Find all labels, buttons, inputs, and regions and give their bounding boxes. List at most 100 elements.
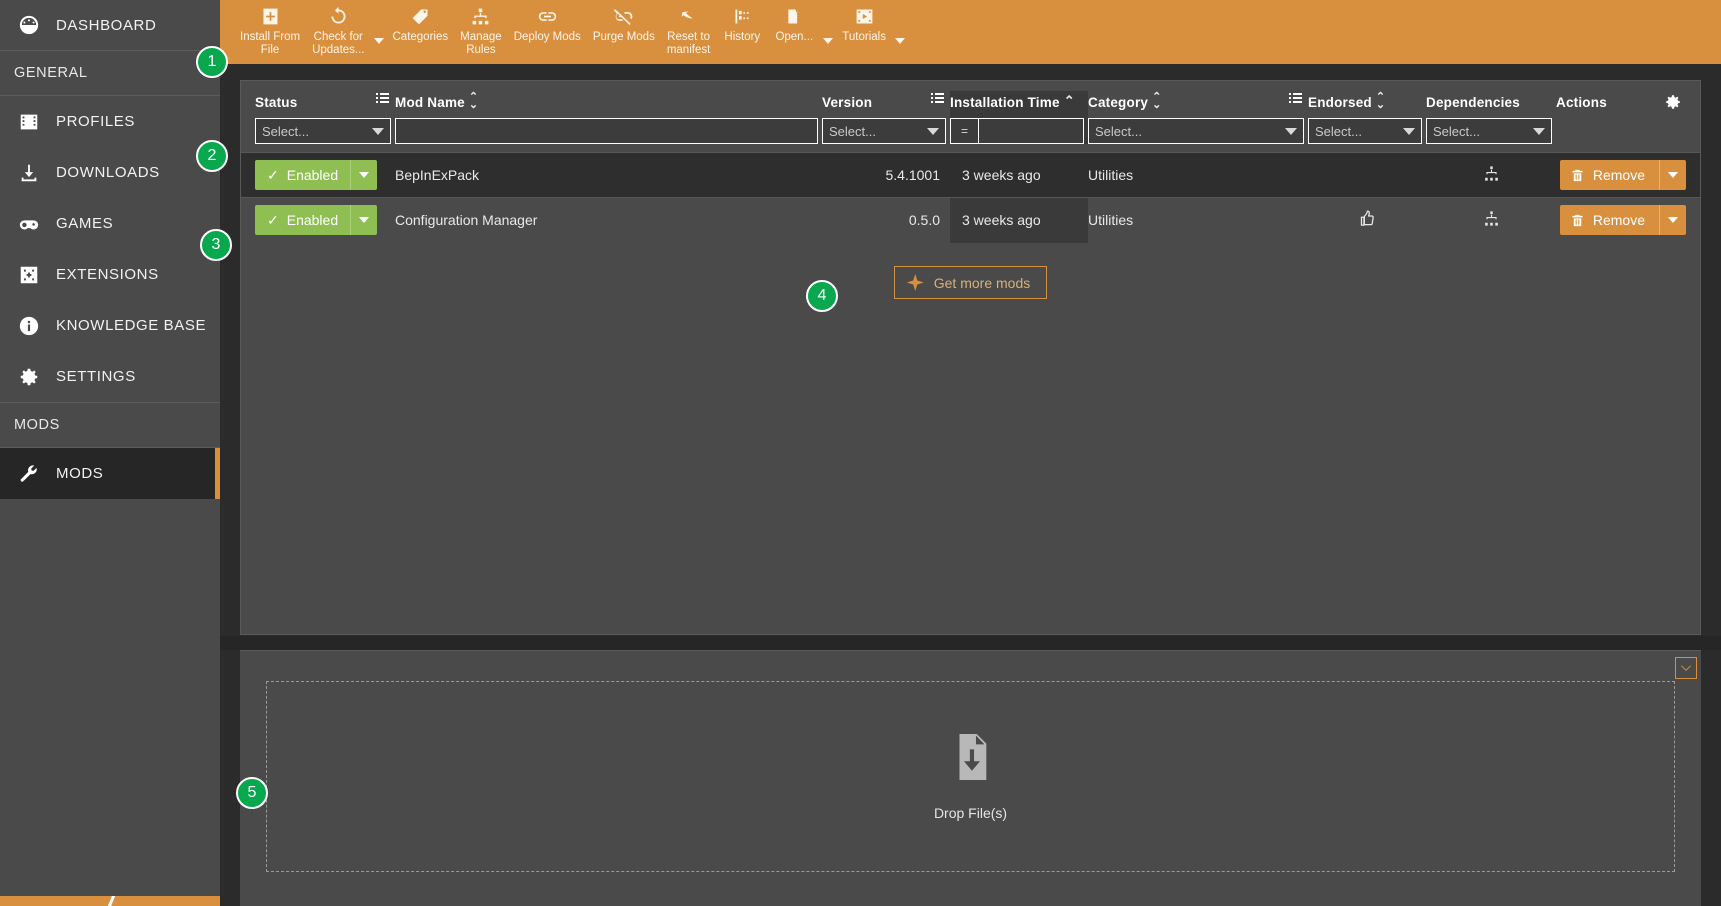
toolbar-history-button[interactable]: History (716, 0, 768, 64)
sidebar-progress-bar (0, 896, 220, 906)
sidebar-item-settings[interactable]: SETTINGS (0, 351, 220, 402)
sidebar-item-knowledge-base[interactable]: KNOWLEDGE BASE (0, 300, 220, 351)
toolbar-install-from-file-button[interactable]: Install From File (234, 0, 306, 64)
dependencies-icon[interactable] (1482, 209, 1501, 231)
panel-divider[interactable] (220, 636, 1721, 650)
tag-icon (410, 4, 431, 28)
sidebar: DASHBOARD GENERAL PROFILES DOWNLOADS GAM… (0, 0, 220, 906)
remove-dropdown-arrow[interactable] (1660, 160, 1686, 190)
toolbar-tutorials-button[interactable]: Tutorials (836, 0, 892, 64)
toolbar-open-button[interactable]: Open... (768, 0, 820, 64)
marker-4: 4 (806, 280, 838, 312)
cell-dependencies[interactable] (1426, 153, 1556, 198)
status-column-grip-icon[interactable] (376, 93, 389, 103)
cell-dependencies[interactable] (1426, 198, 1556, 243)
toolbar-purge-mods-button[interactable]: Purge Mods (587, 0, 661, 64)
status-label: Enabled (286, 167, 339, 183)
gamepad-icon (18, 213, 40, 235)
sidebar-item-games[interactable]: GAMES (0, 198, 220, 249)
toolbar-button-label: Manage Rules (460, 31, 502, 56)
sort-ascending-icon[interactable] (1064, 96, 1075, 108)
sidebar-item-profiles[interactable]: PROFILES (0, 96, 220, 147)
chevron-down-icon (927, 127, 939, 135)
dependencies-filter-select[interactable]: Select... (1426, 118, 1552, 144)
column-header-version[interactable]: Version Select... (822, 91, 950, 144)
category-filter-select[interactable]: Select... (1088, 118, 1304, 144)
sort-both-icon[interactable] (1376, 94, 1385, 110)
status-filter-select[interactable]: Select... (255, 118, 391, 144)
chevron-collapse-icon (1681, 665, 1691, 671)
column-header-category[interactable]: Category Select... (1088, 91, 1308, 144)
sidebar-item-label: SETTINGS (56, 368, 136, 385)
download-icon (18, 162, 40, 184)
marker-2: 2 (196, 140, 228, 172)
dropzone-label: Drop File(s) (933, 805, 1008, 821)
toolbar-open-dropdown[interactable] (820, 0, 836, 64)
column-label: Mod Name (395, 94, 465, 110)
status-dropdown-arrow[interactable] (351, 160, 377, 190)
toolbar-deploy-mods-button[interactable]: Deploy Mods (508, 0, 587, 64)
cell-version: 5.4.1001 (885, 167, 941, 183)
sidebar-item-downloads[interactable]: DOWNLOADS (0, 147, 220, 198)
get-more-mods-button[interactable]: Get more mods (893, 266, 1048, 299)
cell-version: 0.5.0 (908, 212, 940, 228)
mods-table-panel: Status Select... Mod Name ⌃ ⌄ Version Se… (240, 80, 1701, 635)
dashboard-icon (18, 14, 40, 36)
chevron-down-icon (1403, 127, 1415, 135)
remove-button[interactable]: Remove (1559, 205, 1686, 235)
column-label: Dependencies (1426, 94, 1520, 110)
toolbar-check-updates-dropdown[interactable] (371, 0, 387, 64)
sidebar-item-dashboard[interactable]: DASHBOARD (0, 0, 220, 51)
get-more-mods-row: Get more mods (241, 266, 1700, 299)
version-column-grip-icon[interactable] (931, 93, 944, 103)
cell-endorsed[interactable] (1308, 153, 1426, 198)
toolbar-manage-rules-button[interactable]: Manage Rules (454, 0, 508, 64)
version-filter-value: Select... (829, 123, 876, 139)
sidebar-item-mods[interactable]: MODS (0, 448, 220, 499)
category-column-grip-icon[interactable] (1289, 93, 1302, 103)
table-settings-gear-icon[interactable] (1664, 93, 1682, 111)
sort-both-icon[interactable] (1152, 94, 1161, 110)
status-dropdown-arrow[interactable] (351, 205, 377, 235)
profiles-icon (18, 111, 40, 133)
wrench-icon (18, 463, 40, 485)
dependencies-icon[interactable] (1482, 164, 1501, 186)
mod-name-filter-input[interactable] (395, 118, 818, 144)
toolbar-reset-to-manifest-button[interactable]: Reset to manifest (661, 0, 716, 64)
trash-icon (1572, 214, 1583, 226)
cell-endorsed[interactable] (1308, 198, 1426, 243)
toolbar-check-for-updates-button[interactable]: Check for Updates... (306, 0, 370, 64)
sidebar-group-general: GENERAL (0, 51, 220, 96)
column-header-installation-time[interactable]: Installation Time = (950, 91, 1088, 144)
sidebar-item-label: EXTENSIONS (56, 266, 159, 283)
remove-dropdown-arrow[interactable] (1660, 205, 1686, 235)
status-toggle-button[interactable]: ✓ Enabled (255, 205, 378, 235)
column-header-mod-name[interactable]: Mod Name (395, 91, 822, 144)
version-filter-select[interactable]: Select... (822, 118, 946, 144)
collapse-panel-button[interactable] (1675, 657, 1697, 679)
column-header-endorsed[interactable]: Endorsed Select... (1308, 91, 1426, 144)
table-row[interactable]: ✓ Enabled BepInExPack 5.4.1001 3 weeks a… (241, 152, 1700, 197)
marker-1: 1 (196, 46, 228, 78)
column-label: Status (255, 94, 298, 110)
column-label: Version (822, 94, 873, 110)
extensions-icon (18, 264, 40, 286)
installation-time-filter-input[interactable] (978, 118, 1084, 144)
column-header-dependencies[interactable]: Dependencies Select... (1426, 91, 1556, 144)
toolbar-categories-button[interactable]: Categories (387, 0, 455, 64)
file-dropzone[interactable]: Drop File(s) (266, 681, 1675, 872)
endorsed-filter-select[interactable]: Select... (1308, 118, 1422, 144)
status-toggle-button[interactable]: ✓ Enabled (255, 160, 378, 190)
sort-both-icon[interactable] (469, 94, 478, 110)
marker-5: 5 (236, 777, 268, 809)
thumbs-up-icon[interactable] (1358, 209, 1377, 231)
table-row[interactable]: ✓ Enabled Configuration Manager 0.5.0 3 … (241, 197, 1700, 243)
column-header-status[interactable]: Status Select... (255, 91, 395, 144)
remove-button[interactable]: Remove (1559, 160, 1686, 190)
installation-time-filter-operator[interactable]: = (950, 118, 978, 144)
toolbar-tutorials-dropdown[interactable] (892, 0, 908, 64)
broken-link-icon (613, 4, 634, 28)
cell-category: Utilities (1088, 212, 1134, 228)
sidebar-item-extensions[interactable]: EXTENSIONS (0, 249, 220, 300)
cell-installation-time: 3 weeks ago (962, 167, 1041, 183)
